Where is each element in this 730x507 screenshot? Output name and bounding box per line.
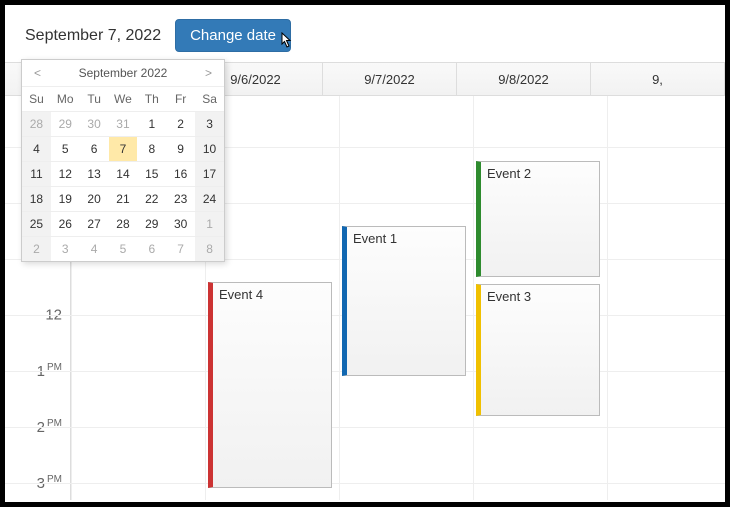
column-divider [473,96,474,500]
dow-header: Tu [80,87,109,112]
picker-day-cell[interactable]: 25 [22,212,51,237]
picker-day-cell[interactable]: 17 [195,162,224,187]
dow-header: Th [137,87,166,112]
picker-day-cell[interactable]: 14 [109,162,138,187]
day-header[interactable]: 9/8/2022 [457,63,591,95]
picker-day-cell[interactable]: 3 [51,237,80,262]
dow-header: Sa [195,87,224,112]
picker-day-cell[interactable]: 1 [195,212,224,237]
picker-day-cell[interactable]: 28 [22,112,51,137]
picker-day-cell[interactable]: 6 [137,237,166,262]
picker-day-cell[interactable]: 12 [51,162,80,187]
picker-day-cell[interactable]: 27 [80,212,109,237]
picker-day-cell[interactable]: 28 [109,212,138,237]
picker-week-row: 2345678 [22,237,224,262]
picker-day-cell[interactable]: 4 [22,137,51,162]
picker-day-cell[interactable]: 23 [166,187,195,212]
change-date-button[interactable]: Change date [175,19,291,52]
picker-day-cell[interactable]: 30 [166,212,195,237]
picker-week-row: 28293031123 [22,112,224,137]
prev-month-button[interactable]: < [30,64,45,82]
picker-week-row: 11121314151617 [22,162,224,187]
picker-day-cell[interactable]: 6 [80,137,109,162]
picker-day-cell[interactable]: 10 [195,137,224,162]
dow-header: Su [22,87,51,112]
picker-week-row: 2526272829301 [22,212,224,237]
picker-day-cell[interactable]: 24 [195,187,224,212]
picker-day-cell[interactable]: 7 [166,237,195,262]
hour-line [5,427,725,428]
picker-day-cell[interactable]: 31 [109,112,138,137]
picker-day-cell[interactable]: 3 [195,112,224,137]
calendar-event[interactable]: Event 4 [208,282,332,488]
hour-line [5,483,725,484]
picker-day-cell[interactable]: 1 [137,112,166,137]
picker-day-cell[interactable]: 21 [109,187,138,212]
picker-day-cell[interactable]: 30 [80,112,109,137]
date-picker-grid: SuMoTuWeThFrSa 2829303112345678910111213… [22,86,224,261]
calendar-event[interactable]: Event 3 [476,284,600,416]
header-bar: September 7, 2022 Change date [5,5,725,62]
date-picker-header: < September 2022 > [22,60,224,86]
picker-day-cell[interactable]: 2 [22,237,51,262]
calendar-event[interactable]: Event 2 [476,161,600,277]
day-header[interactable]: 9, [591,63,725,95]
dow-header: Fr [166,87,195,112]
column-divider [607,96,608,500]
picker-week-row: 45678910 [22,137,224,162]
calendar-event[interactable]: Event 1 [342,226,466,376]
picker-day-cell[interactable]: 18 [22,187,51,212]
picker-day-cell[interactable]: 8 [195,237,224,262]
picker-day-cell[interactable]: 29 [137,212,166,237]
picker-body: 2829303112345678910111213141516171819202… [22,112,224,262]
dow-header: Mo [51,87,80,112]
picker-day-cell[interactable]: 15 [137,162,166,187]
pointer-hand-icon [278,32,296,57]
date-picker-popup[interactable]: < September 2022 > SuMoTuWeThFrSa 282930… [21,59,225,262]
picker-week-row: 18192021222324 [22,187,224,212]
picker-day-cell[interactable]: 7 [109,137,138,162]
picker-day-cell[interactable]: 26 [51,212,80,237]
picker-day-cell[interactable]: 4 [80,237,109,262]
picker-day-cell[interactable]: 29 [51,112,80,137]
day-header[interactable]: 9/7/2022 [323,63,457,95]
picker-month-title[interactable]: September 2022 [79,66,168,80]
picker-day-cell[interactable]: 5 [109,237,138,262]
picker-day-cell[interactable]: 16 [166,162,195,187]
picker-day-cell[interactable]: 11 [22,162,51,187]
picker-day-cell[interactable]: 13 [80,162,109,187]
current-date-label: September 7, 2022 [25,27,161,45]
picker-day-cell[interactable]: 5 [51,137,80,162]
picker-day-cell[interactable]: 19 [51,187,80,212]
picker-day-cell[interactable]: 22 [137,187,166,212]
next-month-button[interactable]: > [201,64,216,82]
dow-header: We [109,87,138,112]
picker-day-cell[interactable]: 9 [166,137,195,162]
column-divider [339,96,340,500]
change-date-button-label: Change date [190,27,276,44]
picker-day-cell[interactable]: 20 [80,187,109,212]
dow-row: SuMoTuWeThFrSa [22,87,224,112]
picker-day-cell[interactable]: 2 [166,112,195,137]
picker-day-cell[interactable]: 8 [137,137,166,162]
